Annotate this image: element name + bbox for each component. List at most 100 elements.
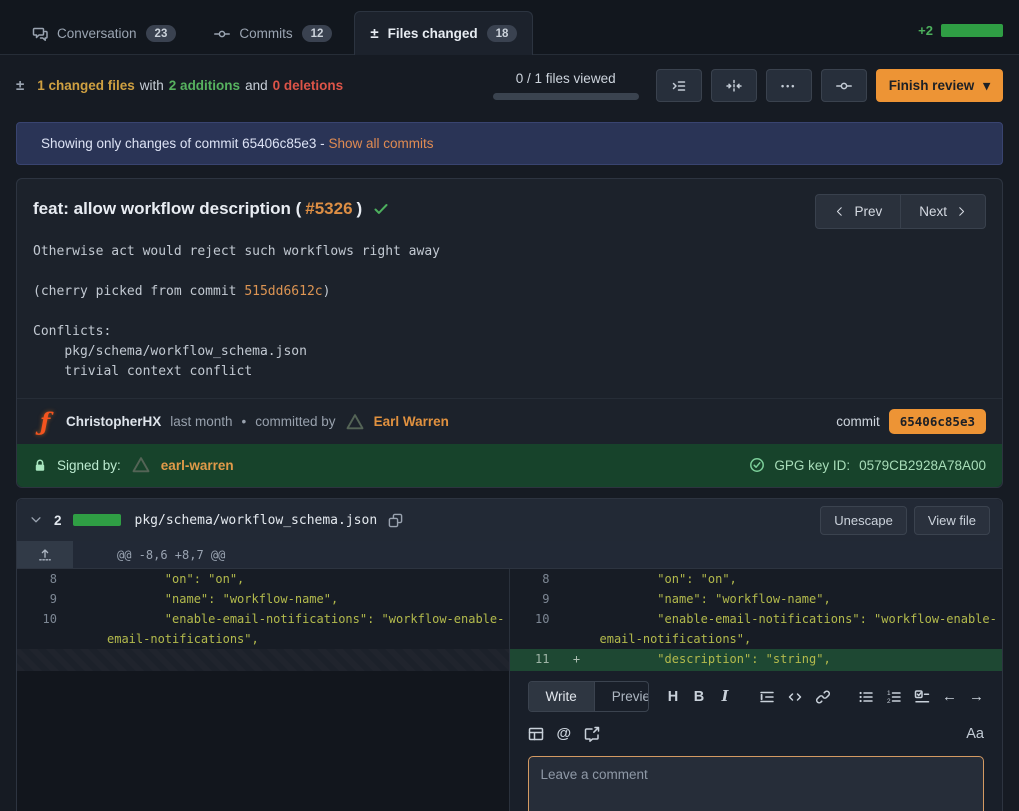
files-viewed-label: 0 / 1 files viewed [516, 71, 616, 86]
diff-line: 8 "on": "on", [510, 569, 1003, 589]
code-line: "enable-email-notifications": "workflow-… [99, 609, 509, 649]
code-line: "on": "on", [99, 569, 509, 589]
line-number[interactable]: 10 [510, 609, 562, 649]
mention-icon[interactable]: @ [557, 725, 572, 742]
show-commit-button[interactable] [821, 69, 867, 102]
line-number[interactable]: 8 [17, 569, 69, 589]
split-diff: 8 "on": "on", 9 "name": "workflow-name",… [17, 569, 1002, 671]
line-number[interactable]: 11 [510, 649, 562, 671]
hunk-header-row: @@ -8,6 +8,7 @@ [17, 541, 1002, 569]
ordered-list-icon[interactable]: 12 [886, 689, 902, 705]
unordered-list-icon[interactable] [858, 689, 874, 705]
code-line: "description": "string", [592, 649, 1003, 671]
tab-write[interactable]: Write [529, 682, 595, 711]
bold-icon[interactable]: B [692, 689, 706, 705]
diff-empty-line [17, 649, 509, 671]
prev-label: Prev [854, 204, 882, 219]
author-name[interactable]: ChristopherHX [66, 414, 161, 429]
commit-title: feat: allow workflow description (#5326) [33, 194, 389, 219]
heading-icon[interactable]: H [666, 689, 680, 705]
editor-toolbar-row1: Write Preview H B I [528, 681, 985, 712]
chevron-left-icon [834, 206, 845, 217]
line-number[interactable]: 8 [510, 569, 562, 589]
code-line: "enable-email-notifications": "workflow-… [592, 609, 1003, 649]
diff-left-side: 8 "on": "on", 9 "name": "workflow-name",… [17, 569, 510, 671]
table-icon[interactable] [528, 726, 544, 742]
copy-filename-icon[interactable] [388, 513, 403, 528]
kebab-icon: ••• [781, 81, 796, 91]
comment-input[interactable] [528, 756, 985, 811]
diff-icon: ± [370, 25, 378, 42]
show-all-commits-link[interactable]: Show all commits [328, 136, 433, 151]
svg-text:2: 2 [887, 698, 891, 705]
code-line: "name": "workflow-name", [592, 589, 1003, 609]
cross-reference-icon[interactable] [584, 726, 600, 742]
line-number[interactable]: 9 [17, 589, 69, 609]
finish-review-label: Finish review [889, 78, 975, 93]
gpg-key-id: 0579CB2928A78A00 [859, 458, 986, 473]
unescape-button[interactable]: Unescape [820, 506, 907, 535]
tab-count-badge: 12 [302, 25, 333, 42]
author-avatar[interactable]: ƒ [33, 410, 57, 434]
hunk-header-text: @@ -8,6 +8,7 @@ [73, 541, 225, 568]
split-view-button[interactable] [711, 69, 757, 102]
tab-commits[interactable]: Commits 12 [198, 11, 348, 55]
commit-header: feat: allow workflow description (#5326)… [17, 179, 1002, 229]
diffstat-added: +2 [918, 23, 933, 38]
collapse-file-icon[interactable] [29, 513, 43, 527]
diff-added-line: 11+ "description": "string", [510, 649, 1003, 671]
diff-line: 9 "name": "workflow-name", [510, 589, 1003, 609]
code-line: "name": "workflow-name", [99, 589, 509, 609]
tab-label: Conversation [57, 26, 137, 41]
inline-comment-empty-cell [17, 671, 510, 811]
signer-link[interactable]: earl-warren [161, 458, 234, 473]
commit-message-text: Otherwise act would reject such workflow… [33, 244, 440, 299]
signed-commit-bar: Signed by: earl-warren GPG key ID: 0579C… [17, 444, 1002, 487]
committer-avatar[interactable] [345, 412, 365, 432]
git-commit-icon [214, 26, 230, 42]
next-commit-button[interactable]: Next [900, 194, 986, 229]
quote-icon[interactable] [759, 689, 775, 705]
font-toggle[interactable]: Aa [966, 726, 984, 742]
more-options-button[interactable]: ••• [766, 69, 812, 102]
committer-name[interactable]: Earl Warren [374, 414, 449, 429]
file-name[interactable]: pkg/schema/workflow_schema.json [135, 513, 378, 528]
italic-icon[interactable]: I [718, 688, 732, 705]
changed-files-count: 1 changed files [37, 78, 135, 93]
tab-files-changed[interactable]: ± Files changed 18 [354, 11, 533, 55]
signer-avatar[interactable] [131, 455, 151, 475]
line-number[interactable]: 9 [510, 589, 562, 609]
gpg-key-label: GPG key ID: [774, 458, 850, 473]
expand-hunk-button[interactable] [17, 541, 73, 568]
file-diffstat-bar [73, 514, 121, 526]
cherry-pick-commit-link[interactable]: 515dd6612c [244, 284, 322, 299]
task-list-icon[interactable] [914, 689, 930, 705]
gpg-key-info: GPG key ID: 0579CB2928A78A00 [749, 457, 986, 473]
prev-commit-button[interactable]: Prev [815, 194, 901, 229]
tab-preview[interactable]: Preview [595, 682, 649, 711]
toolbar-actions: 0 / 1 files viewed ••• Finish review ▾ [493, 69, 1003, 102]
summary-text: and [245, 78, 268, 93]
diff-icon: ± [16, 77, 24, 94]
commit-title-text: ) [357, 199, 363, 219]
verified-icon [749, 457, 765, 473]
prev-next-group: Prev Next [815, 194, 986, 229]
dot-separator: • [242, 414, 247, 429]
view-file-button[interactable]: View file [914, 506, 990, 535]
diff-line: 8 "on": "on", [17, 569, 509, 589]
banner-text: Showing only changes of commit 65406c85e… [41, 136, 325, 151]
finish-review-button[interactable]: Finish review ▾ [876, 69, 1003, 102]
file-tree-toggle-button[interactable] [656, 69, 702, 102]
line-number[interactable]: 10 [17, 609, 69, 649]
link-icon[interactable] [815, 689, 831, 705]
tab-conversation[interactable]: Conversation 23 [16, 11, 192, 55]
commit-author-row: ƒ ChristopherHX last month • committed b… [17, 398, 1002, 444]
code-icon[interactable] [787, 689, 803, 705]
arrow-left-icon[interactable]: ← [942, 688, 957, 705]
commit-sha-badge[interactable]: 65406c85e3 [889, 409, 986, 434]
file-tree-icon [671, 78, 687, 94]
issue-ref-link[interactable]: #5326 [305, 199, 352, 219]
arrow-right-icon[interactable]: → [969, 688, 984, 705]
format-icons: H B I [666, 688, 984, 705]
editor-toolbar-row2: @ Aa [528, 725, 985, 742]
